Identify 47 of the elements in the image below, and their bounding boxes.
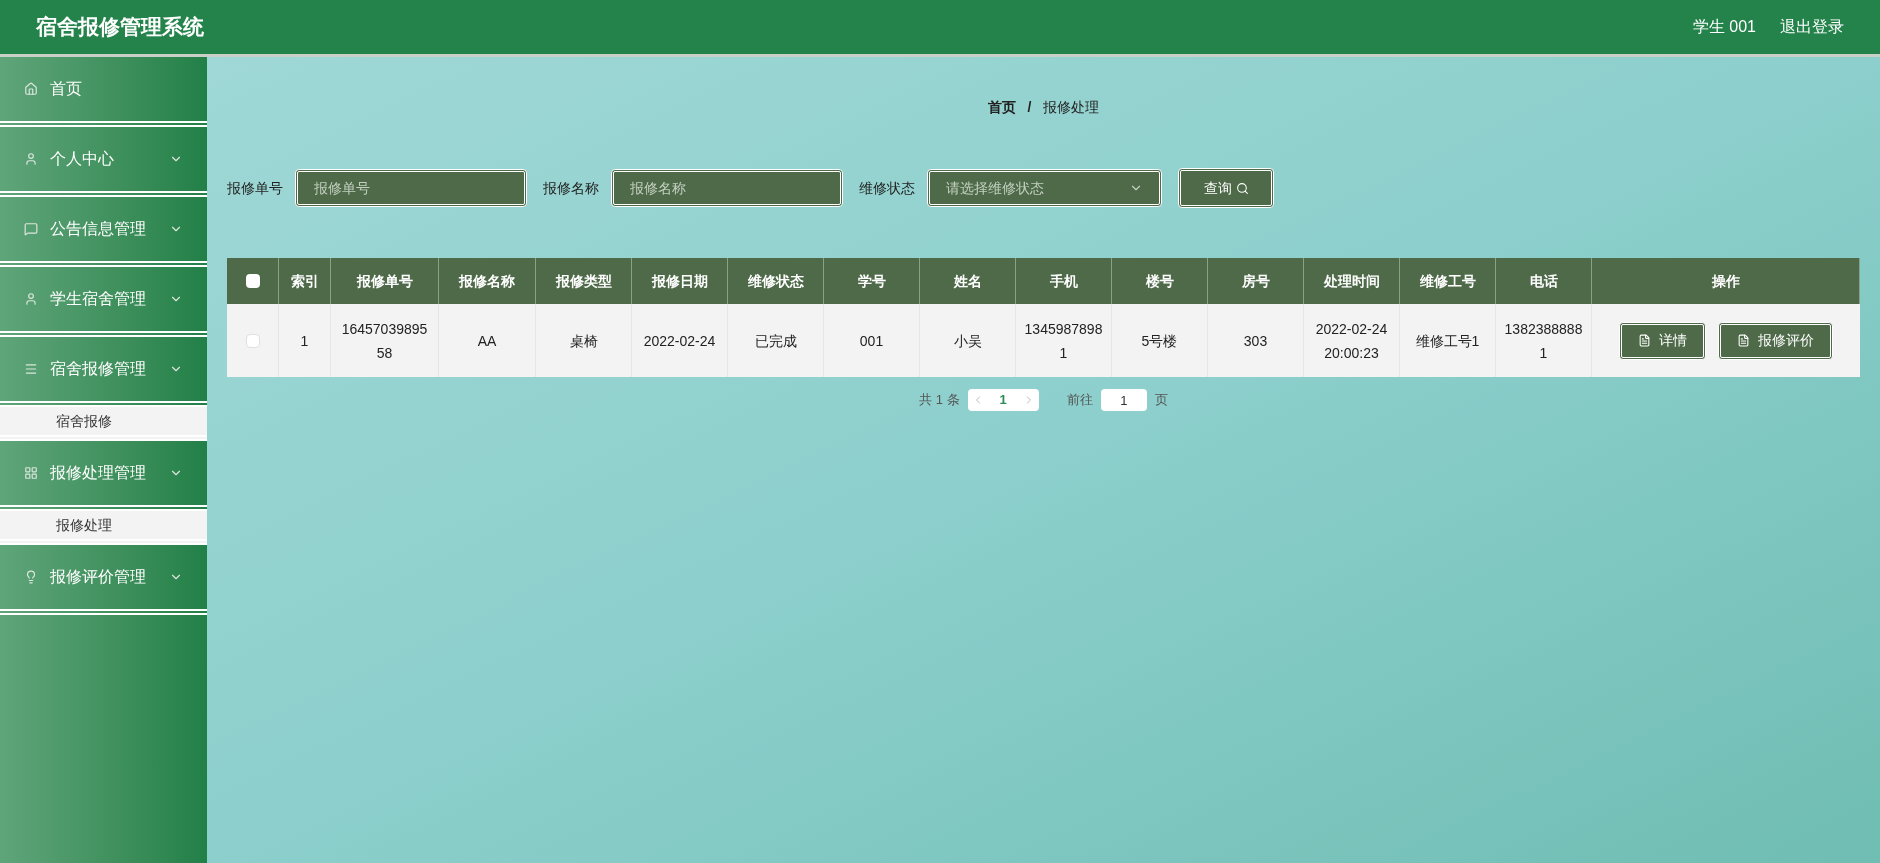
table-cell-text: AA (477, 331, 497, 351)
list-icon (24, 362, 38, 376)
document-icon (1638, 334, 1651, 347)
table-cell-text: 2022-02-24 20:00:23 (1314, 319, 1389, 363)
field-label: 报修单号 (227, 178, 283, 198)
grid-icon (24, 466, 38, 480)
table-cell-text: 桌椅 (569, 331, 598, 351)
user-icon (24, 152, 38, 166)
table-cell-text: 1645703989558 (340, 319, 429, 363)
table-cell-text: 303 (1243, 331, 1268, 351)
page-suffix: 页 (1154, 391, 1168, 410)
logout-link[interactable]: 退出登录 (1780, 15, 1844, 39)
total-count: 共 1 条 (919, 391, 960, 410)
field-label: 维修状态 (859, 178, 915, 198)
home-icon (24, 82, 38, 96)
goto-label: 前往 (1066, 391, 1093, 410)
search-field[interactable]: 报修名称 (611, 169, 843, 207)
search-icon (1235, 181, 1249, 195)
sidebar-submenu-item[interactable]: 报修处理 (0, 511, 207, 545)
table-cell-text: 已完成 (754, 331, 797, 351)
breadcrumb-item[interactable]: 首页 (987, 97, 1016, 118)
table-cell-text: 5号楼 (1141, 331, 1178, 351)
table-cell-text: 小吴 (953, 331, 982, 351)
breadcrumb-item: 报修处理 (1043, 98, 1100, 117)
search-field[interactable]: 报修单号 (295, 169, 527, 207)
chat-icon (24, 222, 38, 236)
field-label: 报修名称 (543, 178, 599, 198)
table-cell-text: 1 (300, 331, 309, 351)
table-cell-text: 001 (859, 331, 884, 351)
breadcrumb-separator: / (1027, 98, 1032, 117)
user-name: 学生 001 (1692, 17, 1756, 37)
user-icon (24, 292, 38, 306)
select-all-checkbox[interactable] (245, 274, 260, 288)
row-checkbox[interactable] (245, 333, 260, 348)
table-cell-text: 2022-02-24 (643, 331, 716, 351)
query-button[interactable]: 查询 (1178, 168, 1274, 208)
action-button[interactable]: 详情 (1619, 321, 1706, 360)
app-title: 宿舍报修管理系统 (36, 14, 204, 41)
sidebar-submenu-item[interactable]: 宿舍报修 (0, 407, 207, 441)
page-input[interactable]: 1 (1100, 389, 1147, 411)
table-cell-text: 维修工号1 (1415, 331, 1480, 351)
status-select[interactable]: 请选择维修状态 (927, 169, 1162, 207)
document-icon (1737, 334, 1750, 347)
lightbulb-icon (24, 570, 38, 584)
action-button[interactable]: 报修评价 (1718, 321, 1833, 360)
table-cell-text: 13823888881 (1504, 319, 1583, 363)
table-cell-text: 13459878981 (1024, 319, 1103, 363)
